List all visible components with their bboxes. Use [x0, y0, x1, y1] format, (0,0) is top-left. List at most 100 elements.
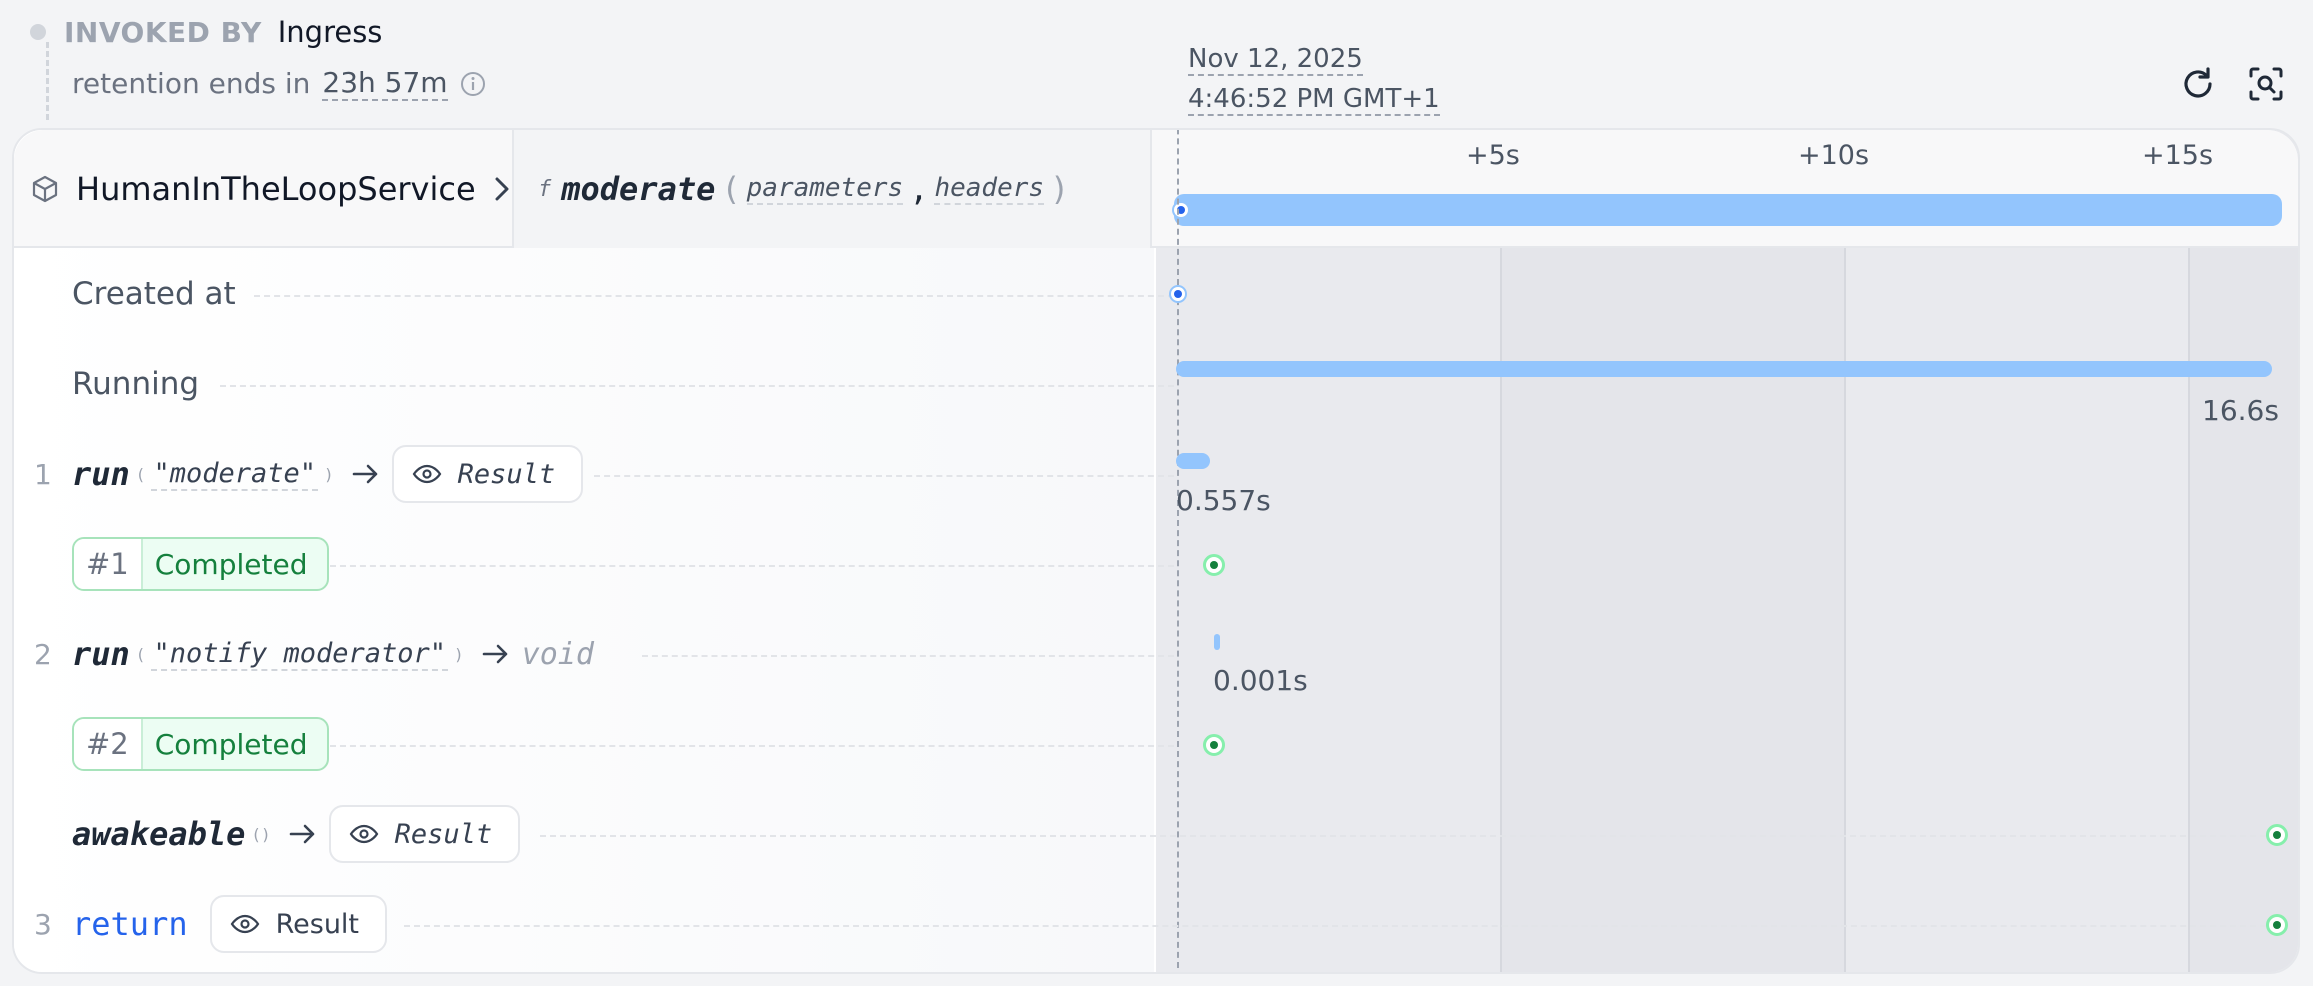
row-guide: [594, 475, 1174, 477]
refresh-button[interactable]: [2176, 62, 2220, 106]
invoked-by-row: INVOKED BY Ingress: [30, 12, 382, 52]
attempt-number: #2: [74, 719, 143, 769]
tick-15s: +15s: [2142, 140, 2214, 171]
running-bar[interactable]: [1176, 361, 2272, 377]
result-label: Result: [394, 818, 493, 850]
entry-index: 2: [34, 637, 52, 671]
attempt-2-badge[interactable]: #2 Completed: [72, 717, 330, 771]
run-keyword: run: [72, 455, 130, 493]
function-icon: f: [538, 176, 552, 202]
attempt-2-row: #2 Completed: [14, 714, 1154, 774]
open-paren: (: [135, 644, 146, 664]
start-time-axis: [1177, 130, 1179, 972]
attempt-status: Completed: [154, 547, 308, 581]
info-icon[interactable]: [460, 71, 486, 97]
eye-icon: [349, 824, 378, 844]
zoom-button[interactable]: [2244, 62, 2288, 106]
empty-parens: (): [251, 824, 271, 844]
chevron-right-icon: [495, 177, 509, 201]
cube-icon: [32, 175, 58, 203]
attempt-1-badge[interactable]: #1 Completed: [72, 537, 330, 591]
invocation-bar[interactable]: [1174, 194, 2282, 226]
row-guide: [254, 295, 1174, 297]
entry-index: 3: [34, 907, 52, 941]
return-dot[interactable]: [2266, 914, 2288, 936]
return-keyword: return: [72, 905, 188, 943]
awakeable-row: awakeable () Result: [14, 804, 1154, 864]
row-guide: [330, 565, 1174, 567]
service-cell[interactable]: HumanInTheLoopService: [30, 130, 512, 248]
run-notify-row: 2 run ( "notify moderator" ) void: [14, 624, 1154, 684]
timeline-band: [2188, 130, 2298, 972]
run-moderate-row: 1 run ( "moderate" ) Result: [14, 444, 1154, 504]
attempt-number: #1: [74, 539, 143, 589]
run-notify-result-void: void: [521, 636, 594, 672]
run-name-moderate[interactable]: "moderate": [151, 458, 318, 491]
grid-line-5s: [1500, 130, 1502, 972]
close-paren: ): [1050, 170, 1070, 208]
param-separator: ,: [909, 170, 929, 208]
row-guide: [220, 385, 1174, 387]
run-moderate-result-button[interactable]: Result: [391, 445, 584, 503]
service-name: HumanInTheLoopService: [76, 170, 476, 208]
start-date[interactable]: Nov 12, 2025: [1188, 44, 1363, 76]
close-paren: ): [454, 644, 464, 664]
attempt-status: Completed: [154, 727, 308, 761]
run-moderate-bar[interactable]: [1176, 453, 1210, 469]
open-paren: (: [135, 464, 146, 484]
return-result-button[interactable]: Result: [209, 895, 388, 953]
zoom-icon: [2249, 67, 2283, 101]
attempt-1-row: #1 Completed: [14, 534, 1154, 594]
handler-cell[interactable]: f moderate ( parameters , headers ): [512, 130, 1152, 248]
attempt-2-dot[interactable]: [1203, 734, 1225, 756]
result-label: Result: [457, 458, 556, 490]
retention-value[interactable]: 23h 57m: [322, 66, 448, 101]
run-notify-duration: 0.001s: [1213, 664, 1308, 697]
invocation-panel: HumanInTheLoopService f moderate ( param…: [12, 128, 2300, 974]
invoked-by-value[interactable]: Ingress: [278, 15, 383, 49]
retention-label: retention ends in: [72, 67, 311, 100]
tick-10s: +10s: [1798, 140, 1870, 171]
created-at-row: Created at: [14, 264, 1154, 324]
created-at-label: Created at: [72, 276, 236, 312]
arrow-right-icon: [352, 464, 377, 484]
row-guide: [540, 835, 2286, 837]
run-notify-bar[interactable]: [1214, 634, 1220, 650]
arrow-right-icon: [482, 644, 507, 664]
running-row: Running: [14, 354, 1154, 414]
param-parameters[interactable]: parameters: [746, 173, 904, 205]
grid-line-15s: [2188, 130, 2190, 972]
invocation-header-row: HumanInTheLoopService f moderate ( param…: [14, 130, 2298, 248]
row-guide: [404, 925, 2286, 927]
invoked-by-label: INVOKED BY: [64, 15, 262, 49]
eye-icon: [230, 914, 259, 934]
running-label: Running: [72, 366, 200, 402]
refresh-icon: [2184, 67, 2212, 98]
row-guide: [330, 745, 1174, 747]
awakeable-dot[interactable]: [2266, 824, 2288, 846]
timeline-area: [1156, 130, 2298, 972]
return-row: 3 return Result: [14, 894, 1154, 954]
created-at-dot[interactable]: [1169, 285, 1187, 303]
attempt-1-dot[interactable]: [1203, 554, 1225, 576]
result-label: Result: [275, 908, 360, 940]
row-guide: [642, 655, 1174, 657]
arrow-right-icon: [289, 824, 314, 844]
awakeable-keyword: awakeable: [72, 815, 246, 853]
grid-line-10s: [1844, 130, 1846, 972]
timeline-start-dot: [30, 24, 46, 40]
start-time[interactable]: 4:46:52 PM GMT+1: [1188, 84, 1440, 116]
timeline-connector: [46, 42, 49, 120]
awakeable-result-button[interactable]: Result: [328, 805, 521, 863]
param-headers[interactable]: headers: [934, 173, 1045, 205]
run-moderate-duration: 0.557s: [1176, 484, 1271, 517]
open-paren: (: [721, 170, 741, 208]
run-keyword: run: [72, 635, 130, 673]
eye-icon: [412, 464, 441, 484]
tick-5s: +5s: [1466, 140, 1520, 171]
invocation-start-dot: [1172, 201, 1190, 219]
running-duration: 16.6s: [2202, 394, 2279, 427]
timeline-band: [1500, 130, 1844, 972]
run-name-notify-moderator[interactable]: "notify moderator": [151, 638, 449, 671]
handler-name: moderate: [561, 170, 716, 208]
